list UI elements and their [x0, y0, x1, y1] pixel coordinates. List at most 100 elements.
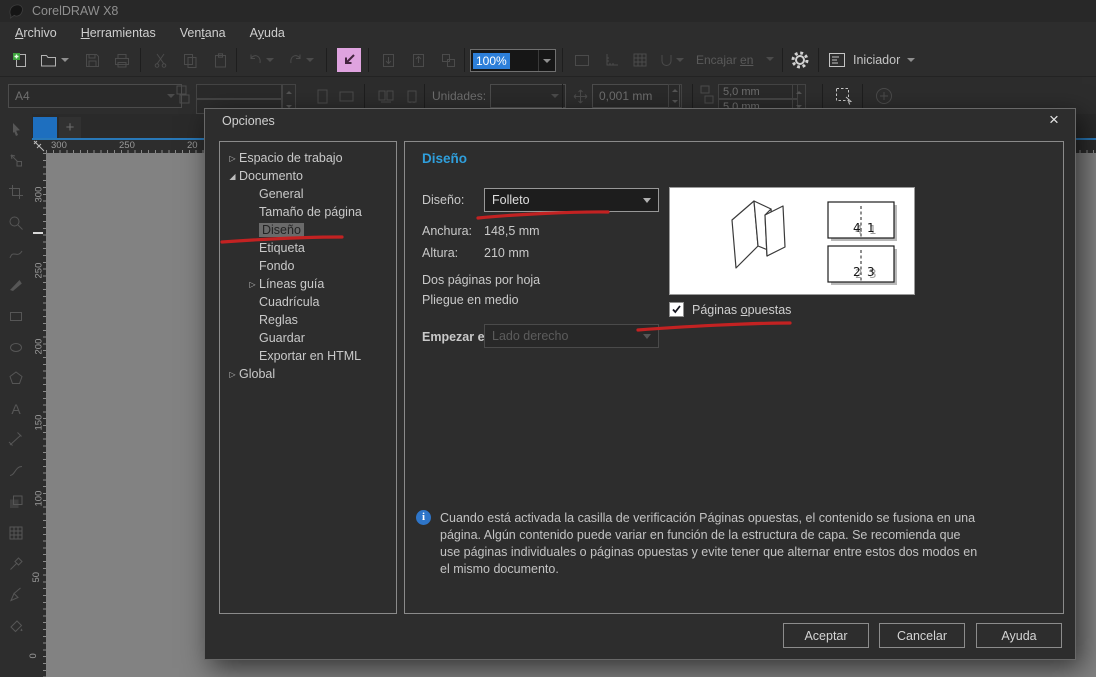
- tree-item[interactable]: General: [220, 185, 396, 203]
- page-width-field[interactable]: [196, 84, 282, 99]
- info-note: i Cuando está activada la casilla de ver…: [416, 510, 1016, 578]
- add-page-tab-button[interactable]: +: [59, 117, 81, 138]
- undo-button[interactable]: [244, 48, 278, 72]
- tree-item[interactable]: Guardar: [220, 329, 396, 347]
- tree-item[interactable]: Exportar en HTML: [220, 347, 396, 365]
- tree-item[interactable]: ▷ Líneas guía: [220, 275, 396, 293]
- shape-tool[interactable]: [0, 145, 32, 176]
- artistic-media-tool[interactable]: [0, 269, 32, 300]
- outline-pen-tool[interactable]: [0, 579, 32, 610]
- facing-pages-checkbox-row[interactable]: Páginas opuestas: [669, 302, 791, 317]
- portrait-button[interactable]: [310, 84, 334, 108]
- facing-pages-checkbox[interactable]: [669, 302, 684, 317]
- expander-icon[interactable]: ◢: [226, 172, 239, 181]
- active-document-tab[interactable]: [33, 117, 57, 138]
- connector-tool[interactable]: [0, 455, 32, 486]
- options-gear-button[interactable]: [788, 48, 812, 72]
- snap-to-button[interactable]: [656, 48, 688, 72]
- landscape-button[interactable]: [334, 84, 358, 108]
- propbar-separator: [364, 84, 365, 108]
- drop-shadow-tool[interactable]: [0, 486, 32, 517]
- panel-heading: Diseño: [422, 151, 467, 166]
- tree-item[interactable]: ▷ Espacio de trabajo: [220, 149, 396, 167]
- launcher-dropdown[interactable]: Iniciador: [828, 48, 915, 72]
- menu-ayuda[interactable]: Ayuda: [245, 24, 290, 42]
- cut-button[interactable]: [148, 48, 172, 72]
- eyedropper-tool[interactable]: [0, 548, 32, 579]
- tree-item[interactable]: ▷ Global: [220, 365, 396, 383]
- polygon-tool[interactable]: [0, 362, 32, 393]
- copy-button[interactable]: [178, 48, 202, 72]
- app-launcher-button[interactable]: [436, 48, 460, 72]
- crop-tool[interactable]: [0, 176, 32, 207]
- expander-icon[interactable]: ▷: [226, 370, 239, 379]
- current-page-button[interactable]: [400, 84, 424, 108]
- accept-button[interactable]: Aceptar: [783, 623, 869, 648]
- add-plus-button[interactable]: [872, 84, 896, 108]
- open-caret-icon[interactable]: [61, 58, 69, 62]
- freehand-tool[interactable]: [0, 238, 32, 269]
- interactive-fill-tool[interactable]: [0, 610, 32, 641]
- menu-ventana[interactable]: Ventana: [175, 24, 231, 42]
- duplicate-distance-icon: [700, 85, 714, 105]
- print-button[interactable]: [110, 48, 134, 72]
- nudge-spinner[interactable]: [668, 84, 682, 108]
- duplicate-x-field[interactable]: 5,0 mm: [718, 84, 798, 99]
- zoom-combo-arrow[interactable]: [538, 50, 555, 71]
- new-document-button[interactable]: [8, 48, 32, 72]
- export-button[interactable]: [376, 48, 400, 72]
- publish-pdf-button[interactable]: [406, 48, 430, 72]
- menu-archivo[interactable]: Archivo: [10, 24, 62, 42]
- fullscreen-preview-button[interactable]: [570, 48, 594, 72]
- zoom-tool[interactable]: [0, 207, 32, 238]
- open-button[interactable]: [36, 48, 72, 72]
- close-icon[interactable]: ×: [1043, 110, 1065, 130]
- nudge-value: 0,001 mm: [599, 89, 652, 103]
- save-button[interactable]: [80, 48, 104, 72]
- snap-caret-icon[interactable]: [676, 58, 684, 62]
- paste-button[interactable]: [208, 48, 232, 72]
- rectangle-tool[interactable]: [0, 300, 32, 331]
- show-rulers-button[interactable]: [600, 48, 624, 72]
- redo-caret-icon[interactable]: [306, 58, 314, 62]
- parallel-dimension-tool[interactable]: [0, 424, 32, 455]
- ruler-tick-label: 100: [33, 491, 44, 507]
- page-size-combo[interactable]: A4: [8, 84, 182, 108]
- help-button[interactable]: Ayuda: [976, 623, 1062, 648]
- tree-item[interactable]: ◢ Documento: [220, 167, 396, 185]
- preview-number-2: 2: [853, 265, 861, 279]
- expander-icon[interactable]: ▷: [226, 154, 239, 163]
- redo-button[interactable]: [284, 48, 318, 72]
- layout-dropdown[interactable]: Folleto: [484, 188, 659, 212]
- tree-item[interactable]: Reglas: [220, 311, 396, 329]
- page-size-caret-icon[interactable]: [167, 94, 175, 98]
- vertical-ruler[interactable]: 300250200150100500: [32, 153, 46, 677]
- tree-item[interactable]: Cuadrícula: [220, 293, 396, 311]
- ellipse-tool[interactable]: [0, 331, 32, 362]
- fit-page-dropdown[interactable]: Encajar en: [696, 53, 753, 67]
- all-pages-button[interactable]: [374, 84, 398, 108]
- nudge-distance-field[interactable]: 0,001 mm: [592, 84, 680, 108]
- expander-icon[interactable]: ▷: [246, 280, 259, 289]
- start-on-dropdown[interactable]: Lado derecho: [484, 324, 659, 348]
- facing-description-line2: Pliegue en medio: [422, 293, 519, 307]
- tree-item[interactable]: Diseño: [220, 221, 396, 239]
- treat-as-filled-button[interactable]: [832, 84, 856, 108]
- tree-item[interactable]: Etiqueta: [220, 239, 396, 257]
- units-combo[interactable]: [490, 84, 566, 108]
- tree-item[interactable]: Fondo: [220, 257, 396, 275]
- undo-caret-icon[interactable]: [266, 58, 274, 62]
- cancel-button[interactable]: Cancelar: [879, 623, 965, 648]
- checkmark-icon: [671, 304, 682, 315]
- zoom-level-combo[interactable]: 100%: [470, 49, 556, 72]
- layout-dropdown-value: Folleto: [492, 193, 530, 207]
- pick-tool[interactable]: [0, 114, 32, 145]
- fit-page-caret-icon[interactable]: [766, 57, 774, 61]
- show-grid-button[interactable]: [628, 48, 652, 72]
- menu-herramientas[interactable]: Herramientas: [76, 24, 161, 42]
- tree-item[interactable]: Tamaño de página: [220, 203, 396, 221]
- launcher-caret-icon[interactable]: [907, 58, 915, 62]
- text-tool[interactable]: A: [0, 393, 32, 424]
- import-button[interactable]: [337, 48, 361, 72]
- mesh-fill-tool[interactable]: [0, 517, 32, 548]
